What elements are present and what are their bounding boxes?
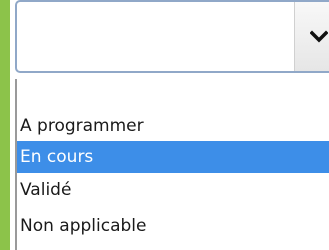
accent-bar	[0, 0, 10, 250]
status-select[interactable]	[15, 0, 329, 73]
dropdown-list: A programmer En cours Validé Non applica…	[15, 79, 329, 250]
chevron-down-icon	[295, 30, 328, 44]
option-empty[interactable]	[17, 79, 329, 107]
option-en-cours[interactable]: En cours	[17, 141, 329, 173]
option-valide[interactable]: Validé	[17, 174, 329, 206]
screen: A programmer En cours Validé Non applica…	[0, 0, 329, 250]
option-non-applicable[interactable]: Non applicable	[17, 210, 329, 242]
option-a-programmer[interactable]: A programmer	[17, 110, 329, 142]
dropdown-toggle-button[interactable]	[294, 2, 329, 71]
